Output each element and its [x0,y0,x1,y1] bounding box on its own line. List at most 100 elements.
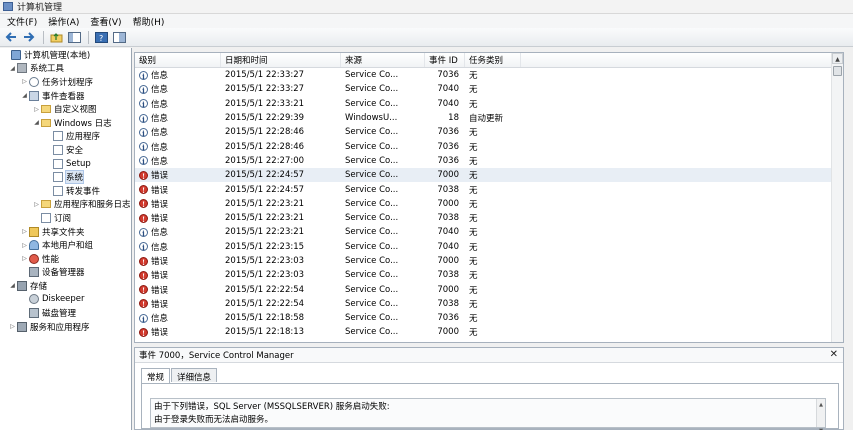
menu-item[interactable]: 查看(V) [86,15,125,28]
event-row[interactable]: ! 错误 2015/5/1 22:23:03 Service Co... 7000 无 [135,254,843,268]
event-task-category: 无 [469,257,478,267]
tree-item[interactable]: ▷ 任务计划程序 [0,75,131,89]
expand-arrow-icon[interactable]: ▷ [21,228,28,235]
event-row[interactable]: i 信息 2015/5/1 22:18:58 Service Co... 7036 无 [135,311,843,325]
event-description[interactable]: 由于下列错误，SQL Server (MSSQLSERVER) 服务启动失败: … [150,398,826,430]
event-icon [29,90,39,101]
help-icon[interactable]: ? [93,30,109,45]
event-row[interactable]: i 信息 2015/5/1 22:28:46 Service Co... 7036 无 [135,139,843,153]
tab-details[interactable]: 详细信息 [171,368,218,383]
event-source: Service Co... [345,70,399,81]
error-icon: ! [139,270,148,281]
tree-item[interactable]: 安全 [0,143,131,157]
expand-arrow-icon[interactable]: ▷ [21,255,28,262]
tree-item[interactable]: ◢ 系统工具 [0,62,131,76]
event-task-category: 无 [469,71,478,82]
event-row[interactable]: i 信息 2015/5/1 22:33:27 Service Co... 7040 无 [135,82,843,96]
event-task-category: 无 [469,228,478,239]
column-header-source[interactable]: 来源 [341,53,425,67]
event-list-scrollbar[interactable]: ▲ [831,53,843,342]
menu-item[interactable]: 文件(F) [3,15,41,28]
expand-arrow-icon[interactable]: ▷ [21,78,28,85]
event-id: 7000 [437,170,459,181]
tree-item-label: 应用程序和服务日志 [54,200,131,211]
tab-content: 由于下列错误，SQL Server (MSSQLSERVER) 服务启动失败: … [141,383,839,430]
event-level-text: 信息 [151,156,169,167]
event-row[interactable]: i 信息 2015/5/1 22:29:39 WindowsU... 18 自动更新 [135,111,843,125]
tree-item[interactable]: ▷ 共享文件夹 [0,225,131,239]
event-row[interactable]: i 信息 2015/5/1 22:27:00 Service Co... 7036 无 [135,154,843,168]
tree-item[interactable]: ▷ 性能 [0,252,131,266]
tree-item[interactable]: ▷ 自定义视图 [0,102,131,116]
event-row[interactable]: i 信息 2015/5/1 22:33:27 Service Co... 7036 无 [135,68,843,82]
tree-item[interactable]: 转发事件 [0,184,131,198]
event-level: ! 错误 [135,184,221,196]
expand-arrow-icon[interactable]: ▷ [9,323,16,330]
tree-item[interactable]: 磁盘管理 [0,306,131,320]
menu-item[interactable]: 帮助(H) [129,15,169,28]
event-row[interactable]: ! 错误 2015/5/1 22:18:13 Service Co... 7000 无 [135,325,843,339]
show-hide-tree-icon[interactable] [66,30,82,45]
event-task-category: 无 [469,285,478,296]
menu-item[interactable]: 操作(A) [44,15,83,28]
event-date: 2015/5/1 22:27:00 [225,155,305,166]
column-header-level[interactable]: 级别 [135,53,221,67]
back-arrow-icon[interactable] [3,30,19,45]
close-icon[interactable]: ✕ [830,349,838,360]
event-row[interactable]: i 信息 2015/5/1 22:33:21 Service Co... 7040 无 [135,97,843,111]
event-source: Service Co... [345,313,399,324]
tree-item[interactable]: Diskeeper [0,293,131,307]
event-source: Service Co... [345,284,399,295]
tree-item[interactable]: 系统 [0,170,131,185]
expand-arrow-icon[interactable]: ◢ [9,282,16,289]
event-level-text: 信息 [151,142,169,153]
forward-arrow-icon[interactable] [21,30,37,45]
storage-icon [17,280,27,291]
tree-item[interactable]: Setup [0,157,131,171]
event-row[interactable]: ! 错误 2015/5/1 22:24:57 Service Co... 7038 无 [135,182,843,196]
scroll-up-icon[interactable]: ▲ [832,53,843,64]
event-row[interactable]: i 信息 2015/5/1 22:23:21 Service Co... 7040 无 [135,225,843,239]
event-row[interactable]: ! 错误 2015/5/1 22:23:21 Service Co... 7038 无 [135,211,843,225]
tree-item[interactable]: 应用程序 [0,130,131,144]
expand-arrow-icon[interactable]: ◢ [21,92,28,99]
tree-item[interactable]: ▷ 应用程序和服务日志 [0,198,131,212]
properties-icon[interactable] [111,30,127,45]
event-row[interactable]: ! 错误 2015/5/1 22:23:21 Service Co... 7000 无 [135,197,843,211]
event-row[interactable]: ! 错误 2015/5/1 22:23:03 Service Co... 7038 无 [135,268,843,282]
tree-item[interactable]: ◢ 存储 [0,279,131,293]
column-header-date[interactable]: 日期和时间 [221,53,341,67]
tab-general[interactable]: 常规 [141,368,171,383]
expand-arrow-icon[interactable]: ◢ [9,65,16,72]
event-row[interactable]: ! 错误 2015/5/1 22:24:57 Service Co... 7000 无 [135,168,843,183]
event-row[interactable]: ! 错误 2015/5/1 22:22:54 Service Co... 7038 无 [135,297,843,311]
event-source: WindowsU... [345,113,398,124]
description-scrollbar[interactable]: ▲▼ [816,399,825,430]
tree-item[interactable]: 计算机管理(本地) [0,48,131,62]
event-row[interactable]: i 信息 2015/5/1 22:28:46 Service Co... 7036 无 [135,125,843,139]
expand-arrow-icon[interactable]: ▷ [21,242,28,249]
event-row[interactable]: i 信息 2015/5/1 22:23:15 Service Co... 7040 无 [135,240,843,254]
event-id: 7000 [437,198,459,209]
event-id: 7038 [437,184,459,195]
column-header-task-category[interactable]: 任务类别 [465,53,521,67]
tree-item[interactable]: ◢ 事件查看器 [0,89,131,103]
expand-arrow-icon[interactable]: ◢ [33,119,40,126]
up-folder-icon[interactable] [48,30,64,45]
error-icon: ! [139,170,148,181]
tree-item[interactable]: 设备管理器 [0,266,131,280]
column-header-event-id[interactable]: 事件 ID [425,53,465,67]
scroll-thumb[interactable] [833,66,842,76]
event-level: ! 错误 [135,326,221,338]
event-level: i 信息 [135,226,221,238]
expand-arrow-icon[interactable]: ▷ [33,106,40,113]
event-row[interactable]: ! 错误 2015/5/1 22:22:54 Service Co... 7000 无 [135,282,843,296]
event-level-text: 信息 [151,128,169,139]
tree-item[interactable]: ◢ Windows 日志 [0,116,131,130]
tree-item[interactable]: 订阅 [0,211,131,225]
event-level-text: 信息 [151,85,169,96]
tree-item[interactable]: ▷ 本地用户和组 [0,238,131,252]
tree-item[interactable]: ▷ 服务和应用程序 [0,320,131,334]
expand-arrow-icon[interactable]: ▷ [33,201,40,208]
tree-item-label: 磁盘管理 [42,309,77,320]
